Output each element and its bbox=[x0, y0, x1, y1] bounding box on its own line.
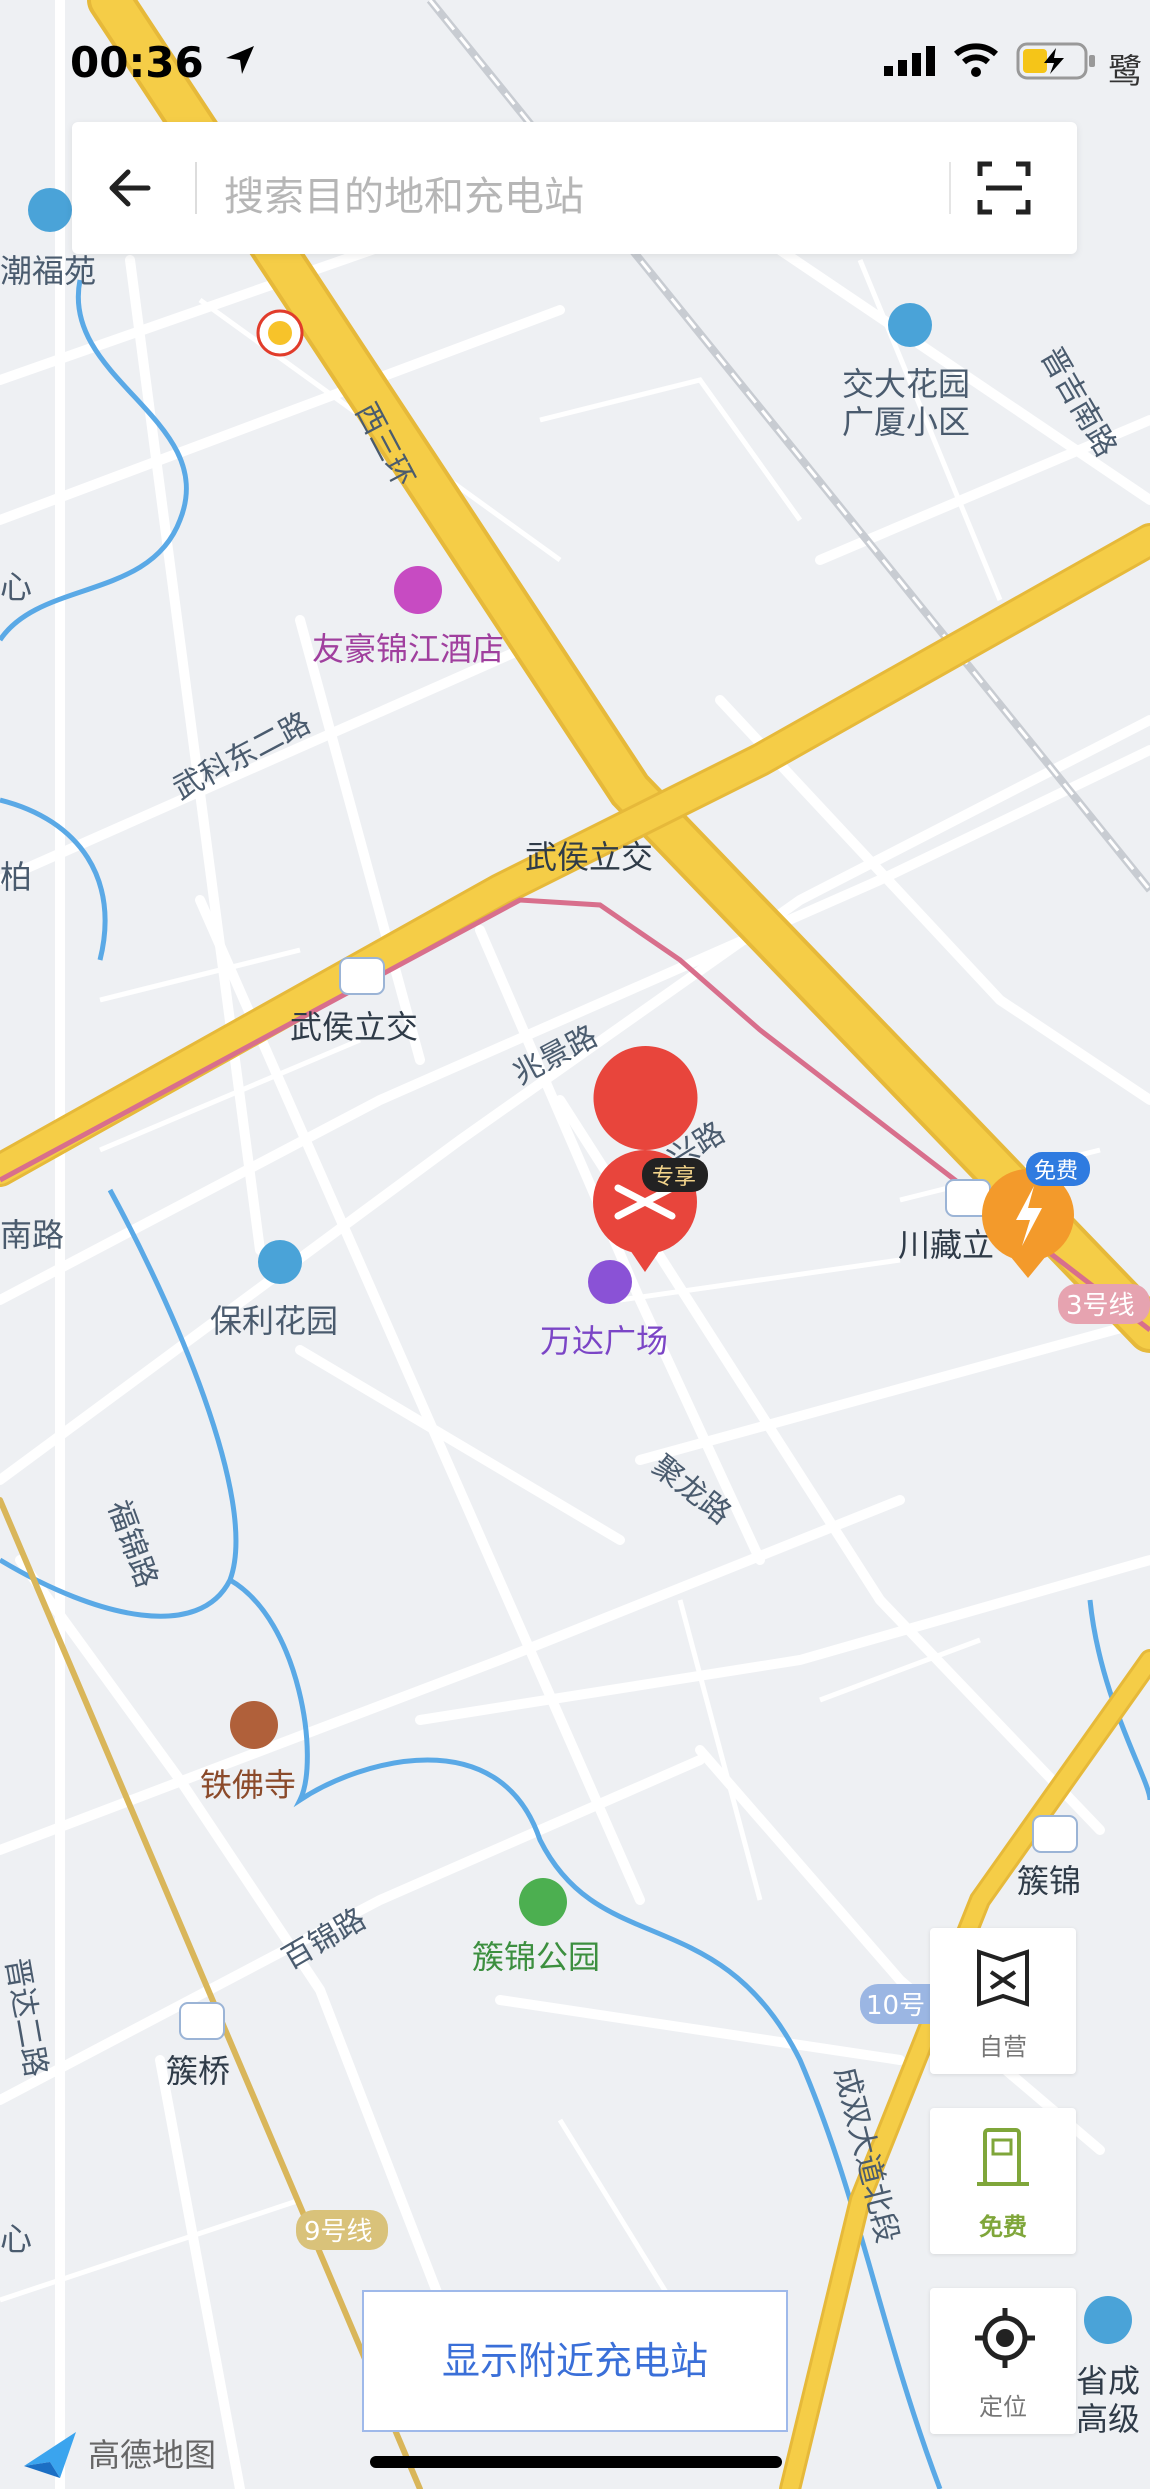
poi-tiefo-temple: 铁佛寺 bbox=[200, 1766, 296, 1804]
amap-watermark: 高德地图 bbox=[88, 2436, 217, 2474]
poi-wuhou-interchange: 武侯立交 bbox=[525, 838, 653, 876]
amap-logo-icon bbox=[24, 2432, 76, 2478]
poi-cujin-station: 簇锦 bbox=[1017, 1862, 1081, 1900]
battery-charging-icon bbox=[1016, 42, 1095, 80]
poi-left-3: 柏 bbox=[0, 858, 32, 896]
free-filter-label: 免费 bbox=[979, 2213, 1027, 2241]
search-bar[interactable]: 搜索目的地和充电站 bbox=[72, 122, 1077, 254]
poi-wuhou-station: 武侯立交 bbox=[290, 1008, 418, 1046]
poi-bottom-right-2: 高级 bbox=[1076, 2400, 1140, 2438]
poi-poly-garden: 保利花园 bbox=[210, 1302, 338, 1340]
poi-cuqiao: 簇桥 bbox=[166, 2052, 230, 2090]
poi-chuanzang: 川藏立 bbox=[898, 1226, 994, 1264]
scan-qr-icon[interactable] bbox=[974, 158, 1034, 218]
exclusive-badge: 专享 bbox=[652, 1165, 696, 1190]
poi-cujin-park: 簇锦公园 bbox=[472, 1938, 600, 1976]
charging-pile-icon bbox=[977, 2128, 1029, 2186]
search-input[interactable]: 搜索目的地和充电站 bbox=[224, 164, 584, 222]
self-operated-button[interactable]: 自营 bbox=[930, 1928, 1076, 2074]
metro-label-9: 9号线 bbox=[304, 2217, 373, 2247]
poi-left-1: 潮福苑 bbox=[0, 252, 96, 290]
poi-left-2: 心 bbox=[0, 568, 32, 606]
poi-garden-top-1: 交大花园 bbox=[842, 365, 970, 403]
status-time: 00:36 bbox=[70, 38, 204, 87]
poi-left-5: 心 bbox=[0, 2220, 32, 2258]
location-arrow-icon bbox=[226, 46, 254, 74]
locate-label: 定位 bbox=[979, 2393, 1027, 2421]
metro-label-10: 10号 bbox=[866, 1991, 925, 2021]
locate-button[interactable]: 定位 bbox=[930, 2288, 1076, 2434]
metro-label-3: 3号线 bbox=[1066, 1291, 1135, 1321]
search-divider bbox=[195, 162, 197, 214]
poi-wanda: 万达广场 bbox=[540, 1322, 668, 1360]
poi-garden-top-2: 广厦小区 bbox=[842, 403, 970, 441]
free-badge: 免费 bbox=[1034, 1159, 1078, 1184]
poi-bottom-right-1: 省成 bbox=[1076, 2362, 1140, 2400]
back-arrow-icon[interactable] bbox=[102, 158, 162, 218]
status-carrier-hint: 鹭 bbox=[1108, 52, 1142, 92]
status-bar: 00:36 鹭 bbox=[0, 0, 1150, 120]
free-filter-button[interactable]: 免费 bbox=[930, 2108, 1076, 2254]
show-nearby-stations-button[interactable]: 显示附近充电站 bbox=[362, 2290, 788, 2432]
cellular-signal-icon bbox=[884, 46, 935, 76]
home-indicator bbox=[370, 2456, 782, 2468]
poi-left-4: 南路 bbox=[0, 1216, 64, 1254]
self-operated-label: 自营 bbox=[979, 2033, 1027, 2061]
self-operated-icon bbox=[977, 1949, 1029, 2007]
wifi-icon bbox=[954, 43, 998, 77]
poi-hotel: 友豪锦江酒店 bbox=[312, 630, 504, 668]
crosshair-locate-icon bbox=[975, 2308, 1035, 2368]
scan-divider bbox=[949, 162, 951, 214]
